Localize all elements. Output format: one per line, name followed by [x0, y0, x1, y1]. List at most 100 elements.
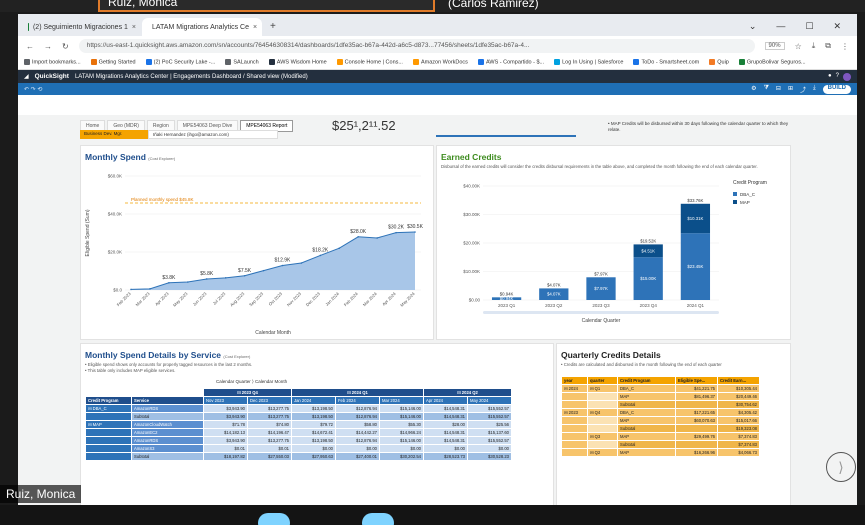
filter-icon[interactable]: ⧩	[764, 85, 769, 94]
program-cell: MAP	[617, 392, 676, 401]
bookmark-item[interactable]: Console Home | Cons...	[336, 59, 403, 66]
bookmark-item[interactable]: Import bookmarks...	[24, 59, 81, 66]
bookmark-label: Log In Using | Salesforce	[562, 59, 624, 66]
bookmark-icon[interactable]: ⊟	[776, 85, 781, 94]
bookmark-label: Getting Started	[98, 59, 136, 66]
bookmark-item[interactable]: (2) PoC Security Lake -...	[145, 59, 215, 66]
bookmark-item[interactable]: Getting Started	[90, 59, 136, 66]
value-cell: $13,198.50	[291, 404, 336, 413]
close-tab-icon[interactable]: ×	[132, 24, 136, 31]
bookmark-item[interactable]: Quip	[709, 59, 729, 66]
settings-icon[interactable]: ⚙	[751, 85, 756, 94]
year-cell	[561, 440, 588, 449]
total-label: $19.52K	[640, 238, 656, 243]
sheets-icon	[28, 23, 29, 31]
notification-icon[interactable]: ●	[828, 73, 832, 81]
url-field[interactable]: https://us-east-1.quicksight.aws.amazon.…	[78, 39, 755, 53]
menu-icon[interactable]: ⋮	[841, 42, 849, 51]
new-tab-button[interactable]: +	[262, 17, 284, 36]
program-cell: Subtotal	[617, 440, 676, 449]
program-cell: DBA_C	[617, 408, 676, 417]
pivot-table[interactable]: ⊟ 2023 Q4 ⊟ 2024 Q1 ⊟ 2024 Q2 Credit Progra…	[85, 388, 512, 461]
quicksight-header: ◢ QuickSight LATAM Migrations Analytics …	[18, 70, 857, 83]
bookmark-item[interactable]: Amazon WorkDocs	[412, 59, 468, 66]
bookmark-item[interactable]: AWS Wisdom Home	[268, 59, 327, 66]
quarter-header[interactable]: ⊟ 2024 Q2	[423, 388, 512, 397]
tab-search-icon[interactable]: ⌄	[749, 21, 757, 32]
quarter-cell	[587, 400, 618, 409]
quarter-header[interactable]: ⊟ 2024 Q1	[291, 388, 424, 397]
x-tick-label: 2023 Q1	[498, 303, 516, 308]
spend-point	[243, 274, 246, 277]
forward-icon[interactable]: →	[44, 42, 52, 51]
quarter-cell	[587, 424, 618, 433]
dashboard-canvas: Home Geo (MDR) Region MPE54063 Deep Dive MPE…	[18, 115, 857, 505]
value-cell: $15,552.57	[467, 436, 512, 445]
spend-cell	[675, 440, 718, 449]
bookmark-item[interactable]: GrupoBolivar Seguros...	[738, 59, 806, 66]
spend-point	[130, 288, 132, 291]
earned-credits-chart[interactable]: $0.00$10.00K$20.00K$30.00K$40.00K$0.94K$…	[437, 172, 790, 332]
value-cell: $28.00	[423, 420, 468, 429]
credit-cell: $7,374.83	[717, 432, 760, 441]
close-tab-icon[interactable]: ×	[253, 24, 257, 31]
bookmark-label: AWS - Compartido - $...	[485, 59, 545, 66]
help-icon[interactable]: ?	[836, 73, 839, 81]
extensions-icon[interactable]: ⧉	[825, 41, 831, 51]
undo-icon[interactable]: ↶ ↷ ⟲	[24, 86, 42, 93]
bookmark-star-icon[interactable]: ☆	[795, 42, 802, 51]
data-label: $30.2K	[388, 225, 405, 231]
value-cell: $18,197.82	[203, 452, 248, 461]
build-button[interactable]: BUILD	[822, 84, 851, 94]
year-cell: ⊟ 2024	[561, 384, 588, 393]
pivot-row: AmazonS3 $0.01 $0.01 $0.00 $0.00 $0.00 $0.00 $0…	[85, 444, 512, 453]
close-window-icon[interactable]: ✕	[833, 21, 841, 32]
quarterly-credits-panel[interactable]: Quarterly Credits Details • Credits are …	[556, 343, 791, 505]
maximize-icon[interactable]: ☐	[805, 21, 813, 32]
value-cell: $12,876.94	[335, 404, 380, 413]
quarter-header[interactable]: ⊟ 2023 Q4	[203, 388, 292, 397]
x-tick-label: Nov 2023	[286, 291, 303, 308]
bookmark-item[interactable]: AWS - Compartido - $...	[477, 59, 545, 66]
download-icon[interactable]: ⤓	[812, 41, 816, 51]
monthly-spend-chart[interactable]: $0.0 $20.0K $40.0K $60.0K Planned monthly sp…	[81, 162, 433, 337]
program-cell	[85, 436, 132, 445]
browser-tab-2[interactable]: LATAM Migrations Analytics Ce ×	[142, 18, 262, 36]
share-icon[interactable]: ⤴	[800, 85, 806, 94]
y-tick-label: $60.0K	[108, 174, 122, 179]
minimize-icon[interactable]: —	[776, 21, 785, 32]
row-header: Credit Program	[85, 396, 132, 405]
back-icon[interactable]: ←	[26, 42, 34, 51]
avatar[interactable]	[843, 72, 851, 81]
spend-point	[205, 278, 208, 280]
camera-button[interactable]	[362, 513, 394, 525]
bookmark-label: AWS Wisdom Home	[276, 59, 327, 66]
participant-name-bottom: Ruiz, Monica	[0, 485, 82, 503]
download-icon[interactable]: ⤓	[813, 85, 816, 94]
program-cell: ⊟ DBA_C	[85, 404, 132, 413]
quarterly-credits-table[interactable]: year quarter Credit Program Eligible Spe...…	[561, 376, 760, 457]
value-cell: $13,277.75	[247, 404, 292, 413]
meeting-side-button[interactable]: ⟩	[826, 452, 856, 482]
spend-cell: $17,221.65	[675, 408, 718, 417]
zoom-indicator[interactable]: 90%	[764, 42, 785, 50]
spend-details-panel[interactable]: Monthly Spend Details by Service (Cost E…	[80, 343, 554, 505]
schedule-icon[interactable]: ⊞	[788, 85, 793, 94]
browser-tab-1[interactable]: (2) Seguimiento Migraciones 1 ×	[22, 18, 142, 36]
earned-credits-panel[interactable]: Earned Credits Disbursal of the earned c…	[436, 145, 791, 340]
bookmark-item[interactable]: SALaunch	[225, 59, 259, 66]
bookmark-item[interactable]: Log In Using | Salesforce	[554, 59, 624, 66]
bullet-2: • This table only includes MAP eligible …	[85, 368, 176, 373]
mic-button[interactable]	[258, 513, 290, 525]
reload-icon[interactable]: ↻	[62, 42, 69, 51]
value-cell: $0.01	[203, 444, 248, 453]
quarterly-credits-note: • Credits are calculated and disbursed i…	[561, 362, 722, 367]
bookmark-item[interactable]: ToDo - Smartsheet.com	[633, 59, 699, 66]
column-header: Eligible Spe...	[675, 376, 718, 385]
bookmark-label: Quip	[717, 59, 729, 66]
x-tick-label: Sep 2023	[248, 291, 265, 308]
program-cell: Subtotal	[617, 400, 676, 409]
monthly-spend-panel[interactable]: Monthly Spend (Cost Explorer) $0.0 $20.0K…	[80, 145, 434, 340]
program-cell: DBA_C	[617, 384, 676, 393]
value-cell: $71.78	[203, 420, 248, 429]
